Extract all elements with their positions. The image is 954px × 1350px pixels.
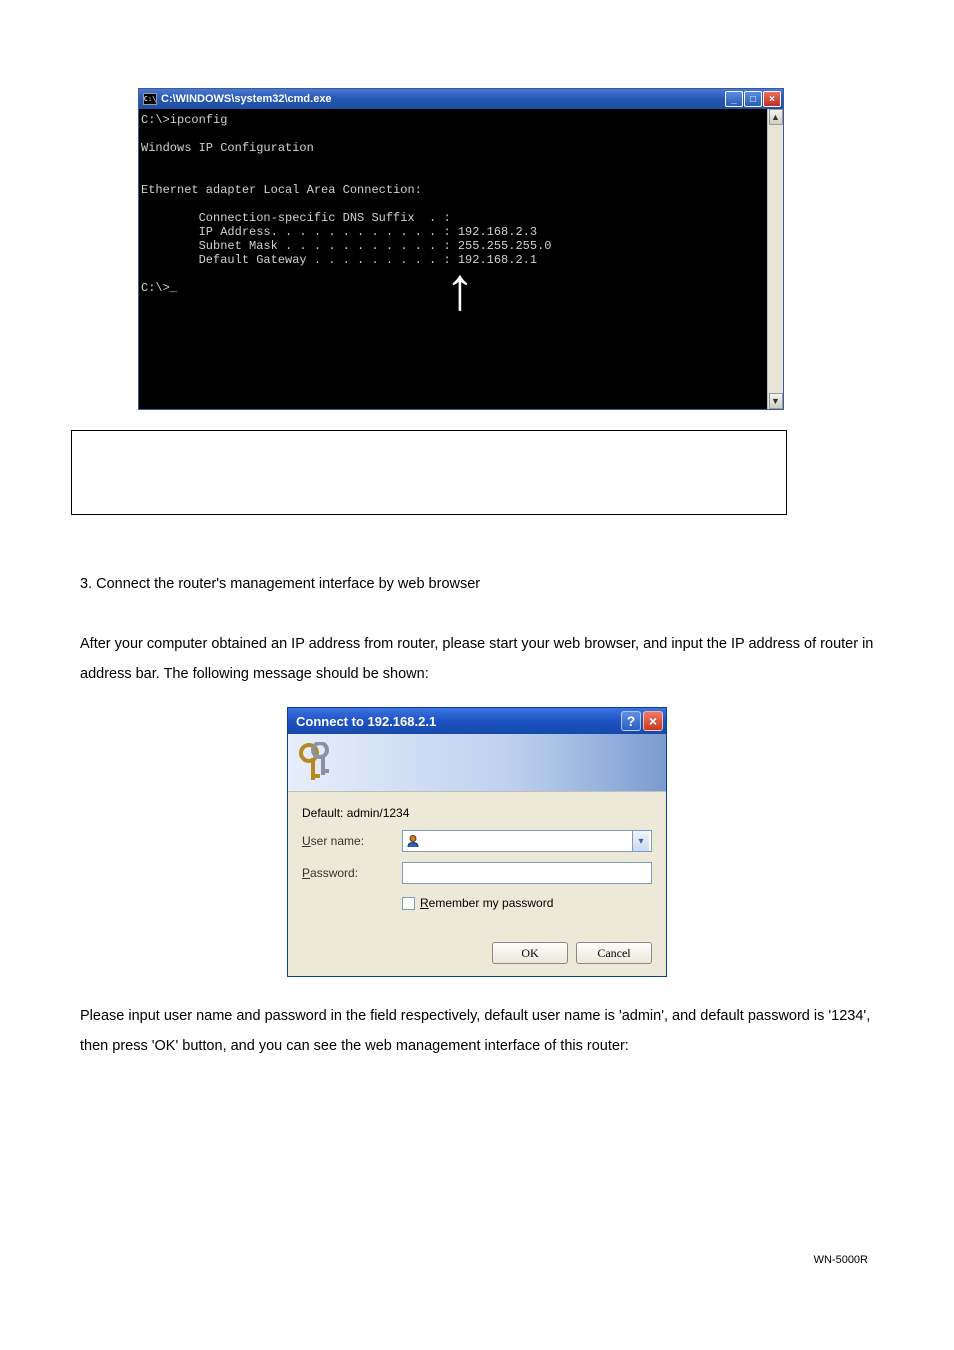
closing-paragraph: Please input user name and password in t… <box>80 1001 874 1061</box>
remember-password-label: Remember my password <box>420 896 553 910</box>
close-button[interactable]: × <box>763 91 781 107</box>
dialog-close-button[interactable]: × <box>643 711 663 731</box>
cmd-window-title: C:\WINDOWS\system32\cmd.exe <box>161 93 725 105</box>
arrow-up-icon: ↑ <box>445 259 475 319</box>
help-button[interactable]: ? <box>621 711 641 731</box>
username-input[interactable] <box>424 832 633 850</box>
password-field-wrapper <box>402 862 652 884</box>
cmd-icon: C:\ <box>143 93 157 105</box>
step3-heading: 3. Connect the router's management inter… <box>80 569 874 599</box>
username-dropdown-icon[interactable]: ▾ <box>632 831 649 851</box>
remember-password-checkbox[interactable] <box>402 897 415 910</box>
cmd-titlebar: C:\ C:\WINDOWS\system32\cmd.exe _ □ × <box>139 89 783 109</box>
default-credentials-label: Default: admin/1234 <box>302 806 652 820</box>
scroll-down-button[interactable]: ▼ <box>769 393 783 409</box>
minimize-button[interactable]: _ <box>725 91 743 107</box>
password-label: Password: <box>302 866 402 880</box>
dialog-banner <box>288 734 666 792</box>
maximize-button[interactable]: □ <box>744 91 762 107</box>
cmd-window: C:\ C:\WINDOWS\system32\cmd.exe _ □ × C:… <box>138 88 784 410</box>
keys-icon <box>298 742 334 784</box>
ok-button[interactable]: OK <box>492 942 568 964</box>
cancel-button[interactable]: Cancel <box>576 942 652 964</box>
auth-dialog: Connect to 192.168.2.1 ? × Default: admi… <box>287 707 667 977</box>
scroll-up-button[interactable]: ▲ <box>769 109 783 125</box>
cmd-scrollbar[interactable]: ▲ ▼ <box>767 109 783 409</box>
dialog-titlebar: Connect to 192.168.2.1 ? × <box>288 708 666 734</box>
password-input[interactable] <box>405 864 649 882</box>
note-box <box>71 430 787 515</box>
step3-paragraph: After your computer obtained an IP addre… <box>80 629 874 689</box>
page-footer: WN-5000R <box>814 1254 868 1266</box>
username-field-wrapper: ▾ <box>402 830 652 852</box>
dialog-title: Connect to 192.168.2.1 <box>296 714 621 729</box>
person-icon <box>405 833 421 849</box>
username-label: User name: <box>302 834 402 848</box>
